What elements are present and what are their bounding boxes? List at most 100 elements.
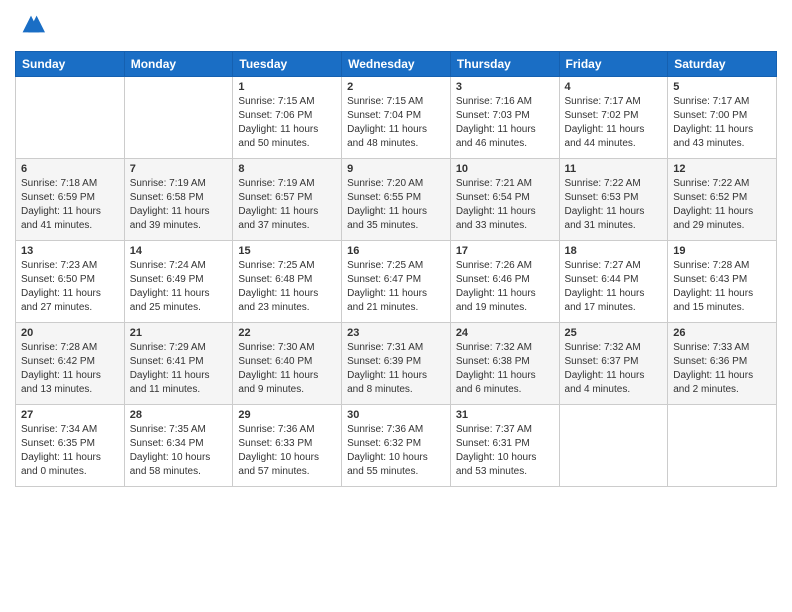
day-cell: 16 Sunrise: 7:25 AMSunset: 6:47 PMDayligh… <box>342 241 451 323</box>
day-detail: Sunrise: 7:29 AMSunset: 6:41 PMDaylight:… <box>130 341 228 397</box>
day-cell: 26 Sunrise: 7:33 AMSunset: 6:36 PMDayligh… <box>668 323 777 405</box>
day-number: 4 <box>565 81 663 93</box>
day-detail: Sunrise: 7:22 AMSunset: 6:53 PMDaylight:… <box>565 177 663 233</box>
col-header-thursday: Thursday <box>450 52 559 77</box>
day-number: 16 <box>347 245 445 257</box>
day-number: 13 <box>21 245 119 257</box>
day-detail: Sunrise: 7:26 AMSunset: 6:46 PMDaylight:… <box>456 259 554 315</box>
day-detail: Sunrise: 7:17 AMSunset: 7:00 PMDaylight:… <box>673 95 771 151</box>
day-number: 27 <box>21 409 119 421</box>
col-header-sunday: Sunday <box>16 52 125 77</box>
logo <box>15 10 45 43</box>
day-detail: Sunrise: 7:24 AMSunset: 6:49 PMDaylight:… <box>130 259 228 315</box>
day-number: 2 <box>347 81 445 93</box>
day-detail: Sunrise: 7:17 AMSunset: 7:02 PMDaylight:… <box>565 95 663 151</box>
col-header-friday: Friday <box>559 52 668 77</box>
day-detail: Sunrise: 7:30 AMSunset: 6:40 PMDaylight:… <box>238 341 336 397</box>
day-number: 23 <box>347 327 445 339</box>
day-number: 7 <box>130 163 228 175</box>
day-number: 8 <box>238 163 336 175</box>
day-detail: Sunrise: 7:15 AMSunset: 7:04 PMDaylight:… <box>347 95 445 151</box>
day-detail: Sunrise: 7:28 AMSunset: 6:43 PMDaylight:… <box>673 259 771 315</box>
day-cell: 11 Sunrise: 7:22 AMSunset: 6:53 PMDayligh… <box>559 159 668 241</box>
day-detail: Sunrise: 7:37 AMSunset: 6:31 PMDaylight:… <box>456 423 554 479</box>
day-cell: 18Sunrise: 7:27 AMSunset: 6:44 PMDayligh… <box>559 241 668 323</box>
day-number: 30 <box>347 409 445 421</box>
day-cell: 17 Sunrise: 7:26 AMSunset: 6:46 PMDayligh… <box>450 241 559 323</box>
day-detail: Sunrise: 7:21 AMSunset: 6:54 PMDaylight:… <box>456 177 554 233</box>
day-number: 5 <box>673 81 771 93</box>
week-row-3: 13 Sunrise: 7:23 AMSunset: 6:50 PMDayligh… <box>16 241 777 323</box>
day-detail: Sunrise: 7:32 AMSunset: 6:38 PMDaylight:… <box>456 341 554 397</box>
day-number: 21 <box>130 327 228 339</box>
day-detail: Sunrise: 7:36 AMSunset: 6:33 PMDaylight:… <box>238 423 336 479</box>
day-cell: 5 Sunrise: 7:17 AMSunset: 7:00 PMDaylight… <box>668 77 777 159</box>
day-cell: 28Sunrise: 7:35 AMSunset: 6:34 PMDayligh… <box>124 405 233 487</box>
day-cell: 29 Sunrise: 7:36 AMSunset: 6:33 PMDayligh… <box>233 405 342 487</box>
day-number: 29 <box>238 409 336 421</box>
day-number: 3 <box>456 81 554 93</box>
calendar-table: SundayMondayTuesdayWednesdayThursdayFrid… <box>15 51 777 487</box>
day-cell: 30 Sunrise: 7:36 AMSunset: 6:32 PMDayligh… <box>342 405 451 487</box>
day-detail: Sunrise: 7:25 AMSunset: 6:48 PMDaylight:… <box>238 259 336 315</box>
day-detail: Sunrise: 7:16 AMSunset: 7:03 PMDaylight:… <box>456 95 554 151</box>
day-cell: 15 Sunrise: 7:25 AMSunset: 6:48 PMDayligh… <box>233 241 342 323</box>
day-detail: Sunrise: 7:31 AMSunset: 6:39 PMDaylight:… <box>347 341 445 397</box>
day-cell: 20 Sunrise: 7:28 AMSunset: 6:42 PMDayligh… <box>16 323 125 405</box>
day-cell: 12 Sunrise: 7:22 AMSunset: 6:52 PMDayligh… <box>668 159 777 241</box>
day-number: 15 <box>238 245 336 257</box>
day-cell: 6Sunrise: 7:18 AMSunset: 6:59 PMDaylight… <box>16 159 125 241</box>
day-cell: 9Sunrise: 7:20 AMSunset: 6:55 PMDaylight… <box>342 159 451 241</box>
week-row-4: 20 Sunrise: 7:28 AMSunset: 6:42 PMDayligh… <box>16 323 777 405</box>
logo-icon <box>17 10 45 38</box>
day-cell: 19 Sunrise: 7:28 AMSunset: 6:43 PMDayligh… <box>668 241 777 323</box>
day-detail: Sunrise: 7:27 AMSunset: 6:44 PMDaylight:… <box>565 259 663 315</box>
day-number: 12 <box>673 163 771 175</box>
day-detail: Sunrise: 7:34 AMSunset: 6:35 PMDaylight:… <box>21 423 119 479</box>
day-detail: Sunrise: 7:35 AMSunset: 6:34 PMDaylight:… <box>130 423 228 479</box>
day-detail: Sunrise: 7:33 AMSunset: 6:36 PMDaylight:… <box>673 341 771 397</box>
col-header-saturday: Saturday <box>668 52 777 77</box>
day-cell: 25Sunrise: 7:32 AMSunset: 6:37 PMDayligh… <box>559 323 668 405</box>
day-cell: 3 Sunrise: 7:16 AMSunset: 7:03 PMDaylight… <box>450 77 559 159</box>
day-cell: 21 Sunrise: 7:29 AMSunset: 6:41 PMDayligh… <box>124 323 233 405</box>
day-cell: 14Sunrise: 7:24 AMSunset: 6:49 PMDayligh… <box>124 241 233 323</box>
day-cell: 4 Sunrise: 7:17 AMSunset: 7:02 PMDaylight… <box>559 77 668 159</box>
col-header-wednesday: Wednesday <box>342 52 451 77</box>
day-cell <box>559 405 668 487</box>
day-cell <box>124 77 233 159</box>
day-number: 19 <box>673 245 771 257</box>
day-detail: Sunrise: 7:28 AMSunset: 6:42 PMDaylight:… <box>21 341 119 397</box>
week-row-2: 6Sunrise: 7:18 AMSunset: 6:59 PMDaylight… <box>16 159 777 241</box>
day-cell <box>16 77 125 159</box>
day-detail: Sunrise: 7:19 AMSunset: 6:57 PMDaylight:… <box>238 177 336 233</box>
day-detail: Sunrise: 7:22 AMSunset: 6:52 PMDaylight:… <box>673 177 771 233</box>
week-row-1: 1Sunrise: 7:15 AMSunset: 7:06 PMDaylight… <box>16 77 777 159</box>
day-cell: 24Sunrise: 7:32 AMSunset: 6:38 PMDayligh… <box>450 323 559 405</box>
header <box>15 10 777 43</box>
day-number: 11 <box>565 163 663 175</box>
day-number: 1 <box>238 81 336 93</box>
day-cell: 1Sunrise: 7:15 AMSunset: 7:06 PMDaylight… <box>233 77 342 159</box>
day-cell: 10 Sunrise: 7:21 AMSunset: 6:54 PMDayligh… <box>450 159 559 241</box>
col-header-monday: Monday <box>124 52 233 77</box>
day-number: 20 <box>21 327 119 339</box>
day-number: 6 <box>21 163 119 175</box>
day-cell: 8 Sunrise: 7:19 AMSunset: 6:57 PMDaylight… <box>233 159 342 241</box>
header-row: SundayMondayTuesdayWednesdayThursdayFrid… <box>16 52 777 77</box>
week-row-5: 27 Sunrise: 7:34 AMSunset: 6:35 PMDayligh… <box>16 405 777 487</box>
day-cell: 27 Sunrise: 7:34 AMSunset: 6:35 PMDayligh… <box>16 405 125 487</box>
day-detail: Sunrise: 7:23 AMSunset: 6:50 PMDaylight:… <box>21 259 119 315</box>
day-number: 22 <box>238 327 336 339</box>
day-cell: 2 Sunrise: 7:15 AMSunset: 7:04 PMDaylight… <box>342 77 451 159</box>
day-detail: Sunrise: 7:25 AMSunset: 6:47 PMDaylight:… <box>347 259 445 315</box>
col-header-tuesday: Tuesday <box>233 52 342 77</box>
day-cell: 23 Sunrise: 7:31 AMSunset: 6:39 PMDayligh… <box>342 323 451 405</box>
day-detail: Sunrise: 7:20 AMSunset: 6:55 PMDaylight:… <box>347 177 445 233</box>
day-number: 17 <box>456 245 554 257</box>
day-number: 26 <box>673 327 771 339</box>
day-detail: Sunrise: 7:36 AMSunset: 6:32 PMDaylight:… <box>347 423 445 479</box>
day-number: 10 <box>456 163 554 175</box>
day-detail: Sunrise: 7:19 AMSunset: 6:58 PMDaylight:… <box>130 177 228 233</box>
day-cell <box>668 405 777 487</box>
